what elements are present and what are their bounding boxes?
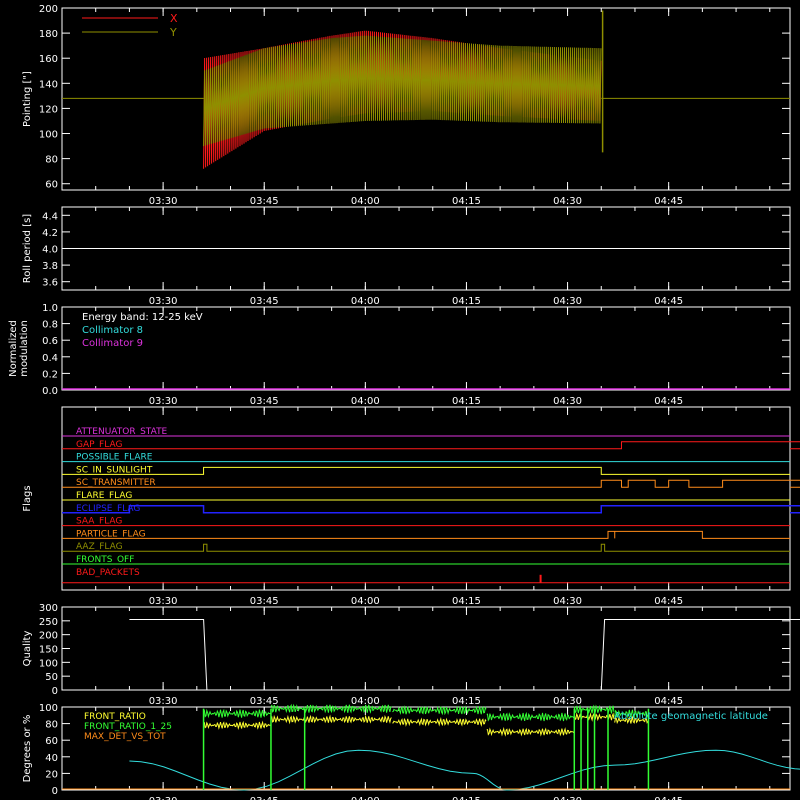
pointing-y-label: 200 (39, 4, 58, 15)
quality-y-label: 200 (39, 631, 58, 642)
ratios-y-label: 60 (45, 736, 58, 747)
modulation-time-label: 03:30 (149, 396, 178, 407)
pointing-y-label: 60 (45, 180, 58, 191)
legend-label-x: X (170, 12, 178, 25)
flags-time-label: 04:00 (351, 596, 380, 607)
ratios-legend-front-ratio-1-25: FRONT_RATIO_1_25 (84, 722, 172, 732)
pointing-time-label: 04:45 (654, 196, 683, 207)
quality-y-label: 150 (39, 645, 58, 656)
quality-time-label: 04:45 (654, 696, 683, 707)
pointing-time-label: 04:30 (553, 196, 582, 207)
pointing-y-label: 140 (39, 79, 58, 90)
modulation-annotation: Energy band: 12-25 keV (82, 312, 203, 323)
ratios-time-label: 04:30 (553, 796, 582, 800)
flags-ylabel: Flags (22, 485, 33, 511)
ratios-time-label: 03:45 (250, 796, 279, 800)
flags-time-label: 03:45 (250, 596, 279, 607)
modulation-time-label: 04:00 (351, 396, 380, 407)
quality-ylabel: Quality (22, 631, 33, 667)
modulation-ylabel: modulation (19, 320, 30, 377)
flags-time-label: 04:30 (553, 596, 582, 607)
latitude-legend: Absolute geomagnetic latitude (614, 711, 768, 722)
modulation-y-label: 0.4 (42, 353, 58, 364)
modulation-y-label: 1.0 (42, 303, 58, 314)
pointing-ylabel: Pointing ["] (22, 71, 33, 127)
flag-line (62, 530, 790, 539)
quality-time-label: 04:15 (452, 696, 481, 707)
ratios-y-label: 40 (45, 753, 58, 764)
pointing-time-label: 04:15 (452, 196, 481, 207)
modulation-ylabel: Normalized (8, 320, 19, 377)
roll-y-label: 4.0 (42, 245, 58, 256)
series-y (203, 35, 602, 147)
modulation-time-label: 04:15 (452, 396, 481, 407)
ratios-time-label: 04:15 (452, 796, 481, 800)
modulation-time-label: 04:45 (654, 396, 683, 407)
pointing-y-label: 180 (39, 29, 58, 40)
roll-time-label: 04:15 (452, 296, 481, 307)
modulation-y-label: 0.2 (42, 369, 58, 380)
ratios-legend-front-ratio: FRONT_RATIO (84, 712, 146, 722)
modulation-annotation: Collimator 8 (82, 325, 143, 336)
roll-time-label: 04:30 (553, 296, 582, 307)
ratios-y-label: 80 (45, 720, 58, 731)
pointing-y-label: 80 (45, 155, 58, 166)
quality-time-label: 03:30 (149, 696, 178, 707)
modulation-time-label: 03:45 (250, 396, 279, 407)
pointing-y-label: 160 (39, 54, 58, 65)
roll-y-label: 3.6 (42, 278, 58, 289)
quality-y-label: 50 (45, 672, 58, 683)
ratios-time-label: 04:45 (654, 796, 683, 800)
ratios-y-label: 100 (39, 703, 58, 714)
pointing-y-label: 120 (39, 104, 58, 115)
legend-label-y: Y (169, 26, 177, 39)
roll-y-label: 4.2 (42, 228, 58, 239)
ratios-y-label: 20 (45, 769, 58, 780)
modulation-time-label: 04:30 (553, 396, 582, 407)
flag-label-bad-packets: BAD_PACKETS (76, 568, 140, 578)
pointing-time-label: 03:45 (250, 196, 279, 207)
modulation-y-label: 0.8 (42, 320, 58, 331)
ratios-time-label: 03:30 (149, 796, 178, 800)
quality-y-label: 300 (39, 603, 58, 614)
modulation-y-label: 0.0 (42, 386, 58, 397)
flag-line (62, 543, 790, 552)
ratios-legend-max-det-vs-tot: MAX_DET_VS_TOT (84, 732, 166, 742)
pointing-time-label: 03:30 (149, 196, 178, 207)
quality-y-label: 100 (39, 658, 58, 669)
quality-y-label: 250 (39, 617, 58, 628)
roll-ylabel: Roll period [s] (22, 214, 33, 283)
quality-line (129, 619, 800, 691)
modulation-annotation: Collimator 9 (82, 338, 143, 349)
ratios-ylabel: Degrees or % (22, 715, 33, 783)
pointing-time-label: 04:00 (351, 196, 380, 207)
roll-time-label: 04:00 (351, 296, 380, 307)
flags-time-label: 03:30 (149, 596, 178, 607)
roll-time-label: 03:45 (250, 296, 279, 307)
flag-line (62, 441, 800, 450)
roll-y-label: 3.8 (42, 261, 58, 272)
flag-line (62, 479, 800, 488)
figure: 03:30 03:45 04:00 04:15 04:30 04:45 60 80 100 120… (8, 4, 800, 800)
quality-y-label: 0 (52, 686, 58, 697)
flags-time-label: 04:45 (654, 596, 683, 607)
flags-time-label: 04:15 (452, 596, 481, 607)
quality-time-label: 04:30 (553, 696, 582, 707)
ratios-y-label: 0 (52, 786, 58, 797)
pointing-y-label: 100 (39, 130, 58, 141)
roll-y-label: 4.4 (42, 211, 58, 222)
latitude-line (129, 749, 800, 791)
roll-time-label: 03:30 (149, 296, 178, 307)
flags-frame (61, 406, 791, 591)
ratios-time-label: 04:00 (351, 796, 380, 800)
flag-line (62, 466, 790, 475)
modulation-y-label: 0.6 (42, 336, 58, 347)
roll-time-label: 04:45 (654, 296, 683, 307)
flag-line (62, 505, 800, 514)
